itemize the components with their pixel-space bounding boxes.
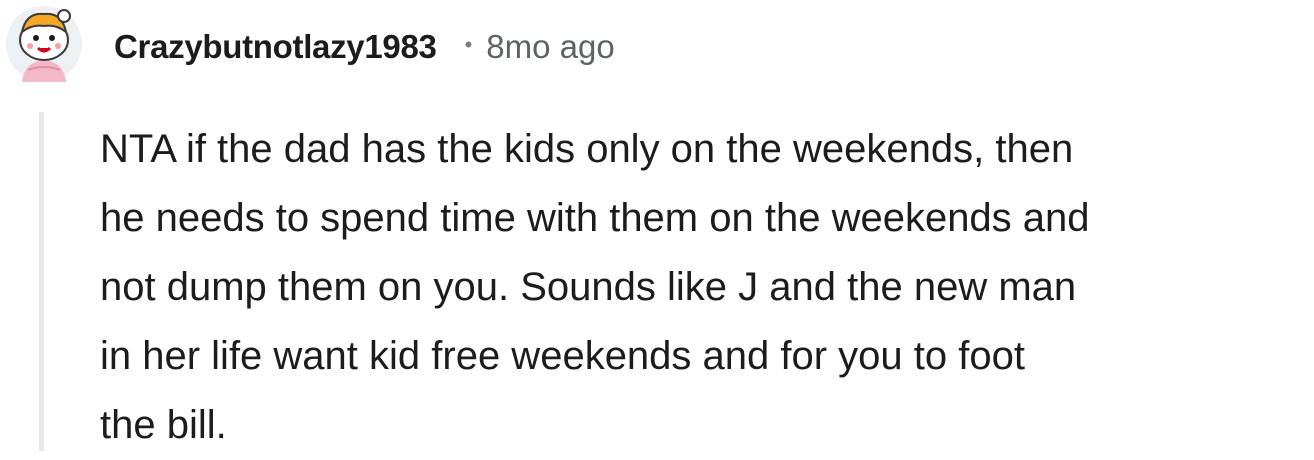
comment-text-line: in her life want kid free weekends and f… [100, 334, 1025, 378]
comment-body: NTA if the dad has the kids only on the … [100, 115, 1310, 460]
snoo-avatar-icon [6, 6, 82, 82]
comment-text-line: the bill. [100, 403, 227, 447]
comment-header: Crazybutnotlazy1983 • 8mo ago [114, 22, 615, 72]
comment-text-line: not dump them on you. Sounds like J and … [100, 265, 1077, 309]
meta-separator: • [464, 32, 473, 57]
comment-timestamp[interactable]: 8mo ago [486, 28, 614, 66]
avatar[interactable] [4, 4, 84, 84]
author-username[interactable]: Crazybutnotlazy1983 [114, 28, 437, 66]
comment-text-line: NTA if the dad has the kids only on the … [100, 127, 1074, 171]
thread-collapse-line[interactable] [39, 112, 44, 451]
comment-text-line: he needs to spend time with them on the … [100, 196, 1090, 240]
